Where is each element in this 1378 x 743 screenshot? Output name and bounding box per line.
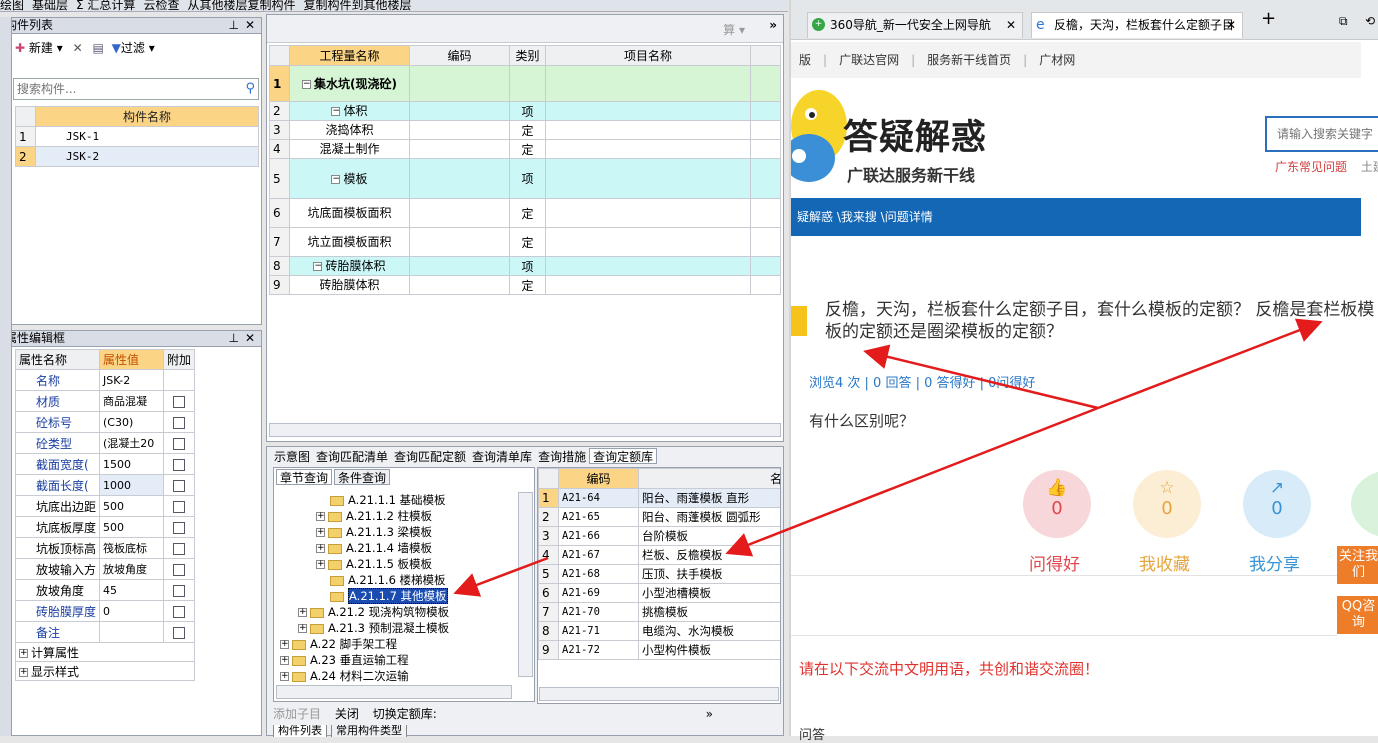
arrow-to-question	[863, 344, 1099, 410]
annotation-arrows	[453, 318, 1323, 597]
arrow-to-quota-row	[725, 406, 1099, 557]
arrow-to-question-end	[1097, 318, 1323, 410]
arrow-to-tree-item	[453, 556, 549, 597]
